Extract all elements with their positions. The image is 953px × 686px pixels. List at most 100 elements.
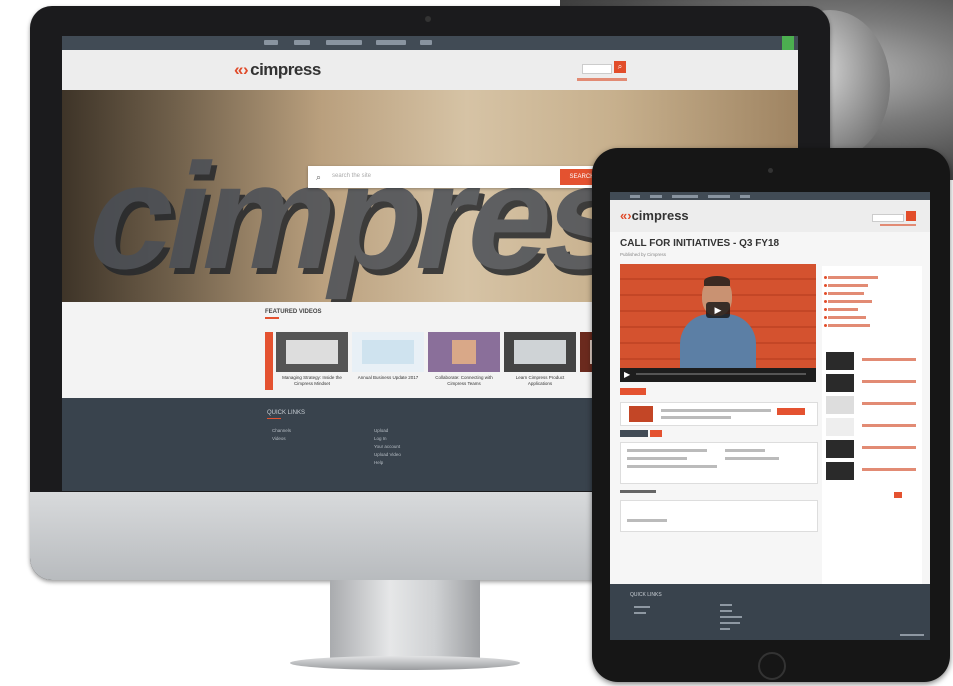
header-search-input[interactable] [872, 214, 904, 222]
related-sidebar [822, 266, 922, 596]
video-controls[interactable]: ▶ [620, 368, 816, 382]
video-caption[interactable]: Annual Business Update 2017 [352, 375, 424, 381]
bullet-icon [824, 324, 827, 327]
related-video-thumbnail[interactable] [826, 440, 854, 458]
video-thumbnail[interactable] [276, 332, 348, 372]
header-link[interactable] [880, 224, 916, 226]
footer-link[interactable]: Upload Video [374, 452, 401, 457]
related-video-thumbnail[interactable] [826, 352, 854, 370]
nav-item-topics[interactable] [294, 40, 310, 45]
nav-item-collections[interactable] [672, 195, 698, 198]
mini-thumbnail[interactable] [629, 406, 653, 422]
footer-link[interactable]: Videos [272, 436, 286, 441]
comments-panel [620, 500, 818, 532]
detail-line [725, 449, 765, 452]
video-caption[interactable]: Collaborate: Connecting with Cimpress Te… [428, 375, 500, 387]
video-player[interactable]: ▶ ▶ [620, 264, 816, 382]
detail-line [627, 449, 707, 452]
footer-link[interactable]: Upload [374, 428, 388, 433]
progress-bar[interactable] [636, 373, 806, 375]
video-frame-person [680, 276, 756, 382]
quick-links-title: QUICK LINKS [630, 592, 662, 598]
related-video-thumbnail[interactable] [826, 374, 854, 392]
related-video-title[interactable] [862, 446, 916, 449]
related-video-title[interactable] [862, 468, 916, 471]
sidebar-link[interactable] [828, 308, 858, 311]
bullet-icon [824, 284, 827, 287]
nav-item-topics[interactable] [650, 195, 662, 198]
footer-link[interactable]: Log In [374, 436, 387, 441]
sidebar-link[interactable] [828, 276, 878, 279]
video-caption[interactable]: Learn Cimpress Product Applications [504, 375, 576, 387]
pagination-button[interactable] [894, 492, 902, 498]
bullet-icon [824, 308, 827, 311]
site-logo[interactable]: «›cimpress [620, 208, 689, 223]
play-icon[interactable]: ▶ [706, 302, 730, 318]
info-button[interactable] [777, 408, 805, 415]
related-video-title[interactable] [862, 358, 916, 361]
logo-text: cimpress [250, 60, 321, 79]
info-line [661, 416, 731, 419]
hero-search-bar[interactable]: ⌕ search the site SEARCH [308, 166, 608, 188]
footer-link[interactable] [720, 604, 732, 606]
carousel-prev-button[interactable] [265, 332, 273, 390]
footer-link[interactable] [720, 616, 742, 618]
user-button[interactable] [782, 36, 794, 50]
tablet-device: «›cimpress CALL FOR INITIATIVES - Q3 FY1… [592, 148, 950, 682]
tab-details[interactable] [620, 430, 648, 437]
video-thumbnail[interactable] [352, 332, 424, 372]
title-underline [265, 317, 279, 319]
header-search-button[interactable]: ⌕ [614, 61, 626, 73]
monitor-stand [330, 580, 480, 662]
video-caption[interactable]: Managing Strategy: Inside the Cimpress M… [276, 375, 348, 387]
footer-link[interactable] [720, 610, 732, 612]
sidebar-link[interactable] [828, 284, 868, 287]
camera-dot [768, 168, 773, 173]
hero-search-placeholder[interactable]: search the site [332, 173, 371, 179]
featured-title: FEATURED VIDEOS [265, 309, 322, 315]
bullet-icon [824, 300, 827, 303]
play-pause-icon[interactable]: ▶ [624, 370, 630, 379]
action-button[interactable] [620, 388, 646, 395]
footer-link[interactable]: Help [374, 460, 383, 465]
info-line [661, 409, 771, 412]
nav-item-upcoming[interactable] [376, 40, 406, 45]
footer-link[interactable]: Your account [374, 444, 400, 449]
page-subtitle[interactable]: Published by Cimpress [620, 252, 666, 257]
related-video-title[interactable] [862, 380, 916, 383]
related-video-thumbnail[interactable] [826, 418, 854, 436]
header-search-button[interactable] [906, 211, 916, 221]
nav-item-help[interactable] [740, 195, 750, 198]
footer-link[interactable] [720, 622, 740, 624]
header-link[interactable] [577, 78, 627, 81]
sidebar-link[interactable] [828, 300, 872, 303]
nav-item-help[interactable] [420, 40, 432, 45]
footer-link[interactable] [634, 606, 650, 608]
sidebar-link[interactable] [828, 292, 864, 295]
related-video-thumbnail[interactable] [826, 462, 854, 480]
related-video-thumbnail[interactable] [826, 396, 854, 414]
footer-link[interactable] [720, 628, 730, 630]
footer-link[interactable]: Channels [272, 428, 291, 433]
nav-item-home[interactable] [630, 195, 640, 198]
footer-link[interactable] [634, 612, 646, 614]
detail-line [627, 465, 717, 468]
related-video-title[interactable] [862, 402, 916, 405]
top-nav [62, 36, 798, 50]
sidebar-link[interactable] [828, 324, 870, 327]
home-button[interactable] [758, 652, 786, 680]
footer-copyright [900, 634, 924, 636]
monitor-stand-base [290, 656, 520, 670]
site-logo[interactable]: «›cimpress [234, 60, 321, 80]
nav-item-upcoming[interactable] [708, 195, 730, 198]
nav-item-home[interactable] [264, 40, 278, 45]
header-search-input[interactable] [582, 64, 612, 74]
related-video-title[interactable] [862, 424, 916, 427]
tab-share[interactable] [650, 430, 662, 437]
comment-input[interactable] [627, 519, 667, 522]
video-thumbnail[interactable] [504, 332, 576, 372]
nav-item-collections[interactable] [326, 40, 362, 45]
video-thumbnail[interactable] [428, 332, 500, 372]
search-icon: ⌕ [316, 172, 322, 182]
sidebar-link[interactable] [828, 316, 866, 319]
